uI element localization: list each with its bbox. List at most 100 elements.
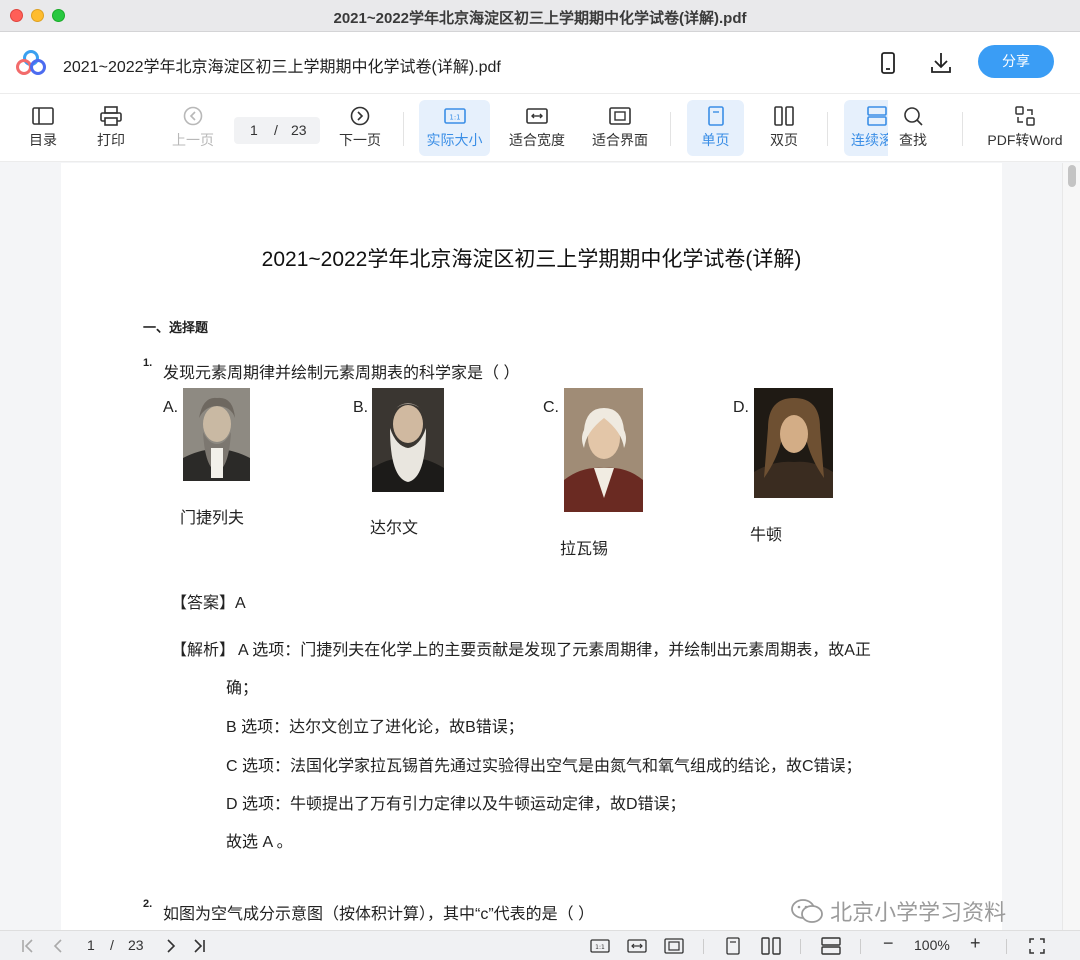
fit-page-icon	[609, 107, 631, 125]
analysis-conclusion: 故选 A 。	[226, 834, 293, 851]
double-page-icon[interactable]	[761, 937, 781, 955]
option-caption: 拉瓦锡	[560, 541, 609, 558]
toolbar: 目录 打印 上一页 1 / 23 下一页 1:1 实际大小 适合宽度 适合界面 …	[0, 94, 1080, 162]
double-page-button[interactable]: 双页	[760, 100, 808, 156]
fullscreen-icon[interactable]	[1029, 938, 1045, 954]
option-caption: 达尔文	[370, 520, 419, 537]
toc-button[interactable]: 目录	[18, 100, 68, 156]
fit-width-label: 适合宽度	[509, 132, 565, 148]
question-number: 1.	[143, 357, 153, 369]
option-caption: 门捷列夫	[180, 510, 245, 527]
bottom-page-total: 23	[128, 937, 144, 953]
fit-width-icon[interactable]	[627, 938, 647, 954]
continuous-scroll-button[interactable]: 连续滚	[844, 100, 888, 156]
next-page-button[interactable]: 下一页	[334, 100, 386, 156]
single-page-button[interactable]: 单页	[687, 100, 744, 156]
portrait-mendeleev-image	[183, 388, 250, 481]
pdf-to-word-label: PDF转Word	[987, 132, 1063, 148]
page-separator: /	[274, 122, 278, 138]
continuous-scroll-icon	[867, 106, 887, 126]
analysis-line: B 选项：达尔文创立了进化论，故B错误；	[226, 719, 524, 736]
fit-width-icon	[526, 108, 548, 124]
bottom-divider	[860, 939, 861, 954]
toc-icon	[32, 107, 54, 125]
option-caption: 牛顿	[750, 527, 783, 544]
toc-label: 目录	[29, 132, 57, 148]
window-titlebar: 2021~2022学年北京海淀区初三上学期期中化学试卷(详解).pdf	[0, 0, 1080, 32]
analysis-heading: 【解析】	[171, 642, 236, 659]
question-text: 发现元素周期律并绘制元素周期表的科学家是（ ）	[163, 365, 520, 382]
analysis-line: C 选项：法国化学家拉瓦锡首先通过实验得出空气是由氮气和氧气组成的结论，故C错误…	[226, 758, 862, 775]
toolbar-divider	[403, 112, 404, 146]
analysis-line: A 选项：门捷列夫在化学上的主要贡献是发现了元素周期律，并绘制出元素周期表，故A…	[238, 642, 871, 659]
actual-size-button[interactable]: 1:1 实际大小	[419, 100, 490, 156]
print-label: 打印	[97, 132, 125, 148]
portrait-lavoisier-image	[564, 388, 643, 512]
prev-page-icon[interactable]	[50, 938, 66, 954]
scrollbar-thumb[interactable]	[1068, 165, 1076, 187]
watermark-text: 北京小学学习资料	[830, 900, 1007, 925]
bottom-status-bar: 1 / 23 1:1 − 100% +	[0, 930, 1080, 960]
svg-text:1:1: 1:1	[595, 944, 605, 951]
bottom-page-current[interactable]: 1	[87, 937, 95, 953]
bottom-divider	[800, 939, 801, 954]
next-page-icon[interactable]	[163, 938, 179, 954]
fit-page-icon[interactable]	[664, 938, 684, 954]
prev-page-button[interactable]: 上一页	[166, 100, 220, 156]
actual-size-icon[interactable]: 1:1	[590, 938, 610, 954]
download-icon[interactable]	[928, 50, 954, 76]
zoom-level[interactable]: 100%	[914, 937, 950, 953]
find-button[interactable]: 查找	[890, 100, 936, 156]
svg-text:1:1: 1:1	[449, 114, 460, 122]
section-heading: 一、选择题	[143, 320, 209, 335]
chevron-left-circle-icon	[183, 106, 203, 126]
option-letter: A.	[163, 399, 179, 416]
double-page-label: 双页	[770, 132, 798, 148]
page-total: 23	[291, 122, 307, 138]
answer-line: 【答案】A	[171, 595, 246, 612]
document-title: 2021~2022学年北京海淀区初三上学期期中化学试卷(详解).pdf	[63, 59, 501, 76]
next-page-label: 下一页	[339, 132, 381, 148]
option-letter: B.	[353, 399, 369, 416]
print-button[interactable]: 打印	[86, 100, 136, 156]
continuous-scroll-label: 连续滚	[851, 132, 888, 148]
app-header: 2021~2022学年北京海淀区初三上学期期中化学试卷(详解).pdf 分享	[0, 32, 1080, 94]
fit-page-label: 适合界面	[592, 132, 648, 148]
pdf-page: 2021~2022学年北京海淀区初三上学期期中化学试卷(详解) 一、选择题 1.…	[61, 163, 1002, 930]
question-text: 如图为空气成分示意图（按体积计算），其中“c”代表的是（ ）	[163, 906, 595, 923]
analysis-line: D 选项：牛顿提出了万有引力定律以及牛顿运动定律，故D错误；	[226, 796, 686, 813]
exam-title: 2021~2022学年北京海淀区初三上学期期中化学试卷(详解)	[261, 248, 802, 271]
printer-icon	[100, 106, 122, 126]
option-letter: D.	[733, 399, 749, 416]
last-page-icon[interactable]	[191, 938, 207, 954]
page-number-field[interactable]: 1 / 23	[234, 117, 320, 144]
actual-size-label: 实际大小	[426, 132, 483, 148]
vertical-scrollbar[interactable]	[1062, 163, 1080, 930]
analysis-line: 确；	[226, 680, 259, 697]
wechat-icon	[791, 899, 823, 923]
phone-icon[interactable]	[875, 50, 901, 76]
convert-icon	[1015, 106, 1035, 126]
first-page-icon[interactable]	[20, 938, 36, 954]
window-title: 2021~2022学年北京海淀区初三上学期期中化学试卷(详解).pdf	[333, 10, 747, 27]
find-label: 查找	[899, 132, 927, 148]
page-current: 1	[250, 122, 258, 138]
fit-width-button[interactable]: 适合宽度	[504, 100, 570, 156]
prev-page-label: 上一页	[172, 132, 214, 148]
toolbar-divider	[962, 112, 963, 146]
toolbar-divider	[670, 112, 671, 146]
single-page-icon	[707, 106, 724, 126]
bottom-page-separator: /	[110, 937, 114, 953]
zoom-out-button[interactable]: −	[883, 933, 894, 954]
question-number: 2.	[143, 898, 153, 910]
bottom-divider	[703, 939, 704, 954]
share-button[interactable]: 分享	[978, 45, 1054, 78]
single-page-icon[interactable]	[724, 937, 742, 955]
pdf-to-word-button[interactable]: PDF转Word	[984, 100, 1066, 156]
document-viewer[interactable]: 2021~2022学年北京海淀区初三上学期期中化学试卷(详解) 一、选择题 1.…	[0, 163, 1080, 930]
fit-page-button[interactable]: 适合界面	[586, 100, 654, 156]
zoom-in-button[interactable]: +	[970, 933, 981, 954]
portrait-newton-image	[754, 388, 833, 498]
option-letter: C.	[543, 399, 559, 416]
continuous-scroll-icon[interactable]	[821, 937, 841, 955]
